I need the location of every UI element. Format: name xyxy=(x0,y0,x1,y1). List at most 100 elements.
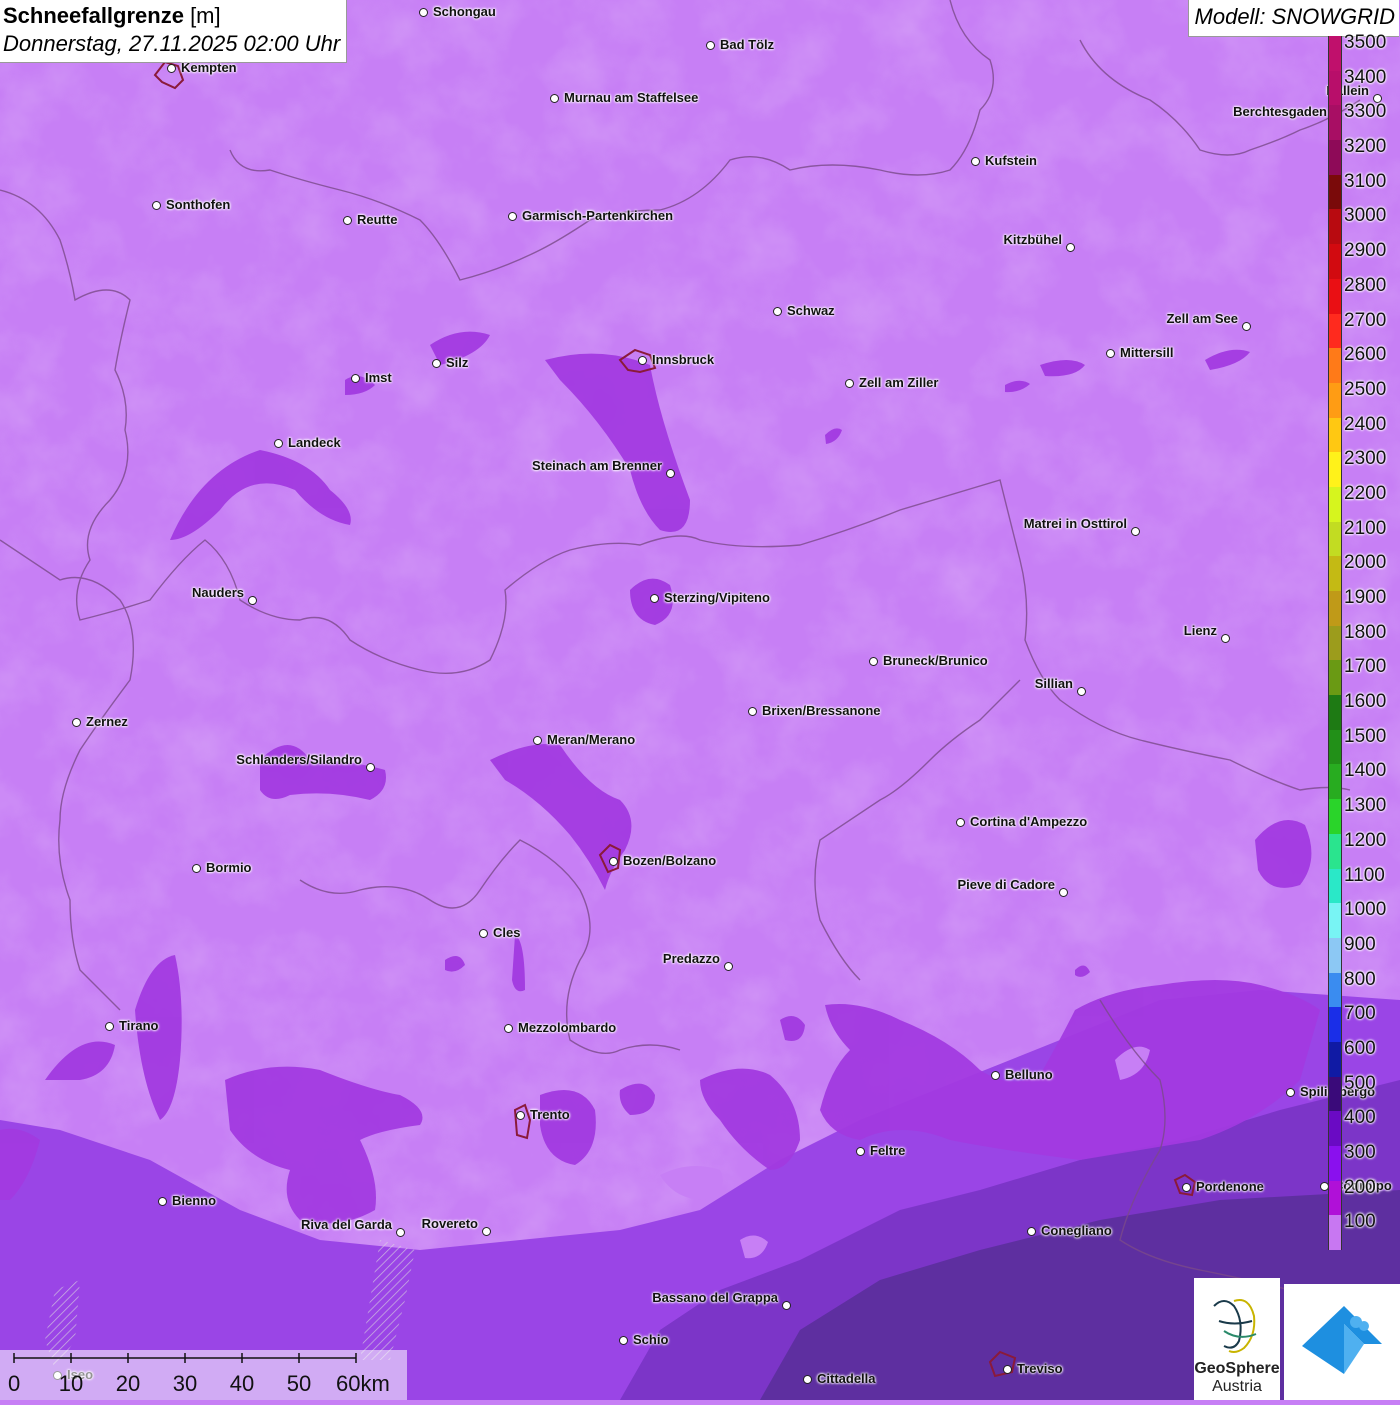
city-dot[interactable] xyxy=(666,469,675,478)
city-label: Cortina d'Ampezzo xyxy=(970,814,1088,829)
city-dot[interactable] xyxy=(158,1197,167,1206)
geosphere-logo-line1: GeoSphere xyxy=(1194,1360,1280,1377)
legend-label: 2400 xyxy=(1344,413,1387,435)
city-dot[interactable] xyxy=(1242,322,1251,331)
city-label: Cles xyxy=(493,925,521,940)
legend-swatch xyxy=(1328,1146,1342,1181)
legend-label: 300 xyxy=(1344,1142,1376,1163)
legend-swatch xyxy=(1328,1076,1342,1112)
city-label: Schwaz xyxy=(787,303,835,318)
city-dot[interactable] xyxy=(479,929,488,938)
city-dot[interactable] xyxy=(351,374,360,383)
city-dot[interactable] xyxy=(274,439,283,448)
city-dot[interactable] xyxy=(343,216,352,225)
city-dot[interactable] xyxy=(956,818,965,827)
city-dot[interactable] xyxy=(1059,888,1068,897)
city-dot[interactable] xyxy=(152,201,161,210)
city-dot[interactable] xyxy=(1106,349,1115,358)
city-label: Innsbruck xyxy=(652,352,715,367)
city-dot[interactable] xyxy=(396,1228,405,1237)
legend-label: 2100 xyxy=(1344,517,1387,539)
city-dot[interactable] xyxy=(192,864,201,873)
city-dot[interactable] xyxy=(1003,1365,1012,1374)
city-label: Zell am See xyxy=(1166,311,1238,326)
scale-bar: 0 10 20 30 40 50 60km xyxy=(0,1350,407,1400)
legend-swatch xyxy=(1328,937,1342,973)
geosphere-logo-line2: Austria xyxy=(1212,1378,1262,1395)
map-datetime: Donnerstag, 27.11.2025 02:00 Uhr xyxy=(3,31,341,56)
city-dot[interactable] xyxy=(609,857,618,866)
city-label: Matrei in Osttirol xyxy=(1023,516,1127,531)
city-label: Bienno xyxy=(172,1193,217,1208)
city-dot[interactable] xyxy=(533,736,542,745)
city-dot[interactable] xyxy=(971,157,980,166)
geosphere-emblem-icon xyxy=(1213,1299,1257,1353)
city-dot[interactable] xyxy=(366,763,375,772)
city-dot[interactable] xyxy=(105,1022,114,1031)
city-dot[interactable] xyxy=(782,1301,791,1310)
city-dot[interactable] xyxy=(419,8,428,17)
city-dot[interactable] xyxy=(991,1071,1000,1080)
city-label: Kufstein xyxy=(985,153,1037,168)
legend-level: 1300 xyxy=(1328,795,1390,834)
legend-swatch xyxy=(1328,382,1342,418)
legend-swatch xyxy=(1328,1007,1342,1042)
city-label: Trento xyxy=(530,1107,570,1122)
city-label: Rovereto xyxy=(421,1216,478,1231)
scale-label: 30 xyxy=(172,1371,198,1396)
city-dot[interactable] xyxy=(167,64,176,73)
city-dot[interactable] xyxy=(845,379,854,388)
legend-level: 1000 xyxy=(1328,899,1390,938)
city-dot[interactable] xyxy=(1027,1227,1036,1236)
city-label: Sterzing/Vipiteno xyxy=(664,590,770,605)
city-dot[interactable] xyxy=(1066,243,1075,252)
city-dot[interactable] xyxy=(869,657,878,666)
city-dot[interactable] xyxy=(706,41,715,50)
legend-level: 1200 xyxy=(1328,830,1390,869)
city-dot[interactable] xyxy=(1131,527,1140,536)
legend-swatch xyxy=(1328,972,1342,1008)
legend-swatch xyxy=(1328,244,1342,279)
legend-label: 1900 xyxy=(1344,587,1387,608)
city-dot[interactable] xyxy=(773,307,782,316)
city-dot[interactable] xyxy=(1077,687,1086,696)
city-label: Bad Tölz xyxy=(720,37,775,52)
city-dot[interactable] xyxy=(638,356,647,365)
city-dot[interactable] xyxy=(516,1111,525,1120)
legend-swatch xyxy=(1328,486,1342,522)
city-dot[interactable] xyxy=(803,1375,812,1384)
snowgrid-logo xyxy=(1284,1284,1400,1400)
city-dot[interactable] xyxy=(748,707,757,716)
city-dot[interactable] xyxy=(1286,1088,1295,1097)
legend-level: 2700 xyxy=(1328,310,1390,349)
city-label: Bozen/Bolzano xyxy=(623,853,717,868)
city-dot[interactable] xyxy=(504,1024,513,1033)
legend-level: 700 xyxy=(1328,1003,1390,1042)
city-label: Landeck xyxy=(288,435,341,450)
city-dot[interactable] xyxy=(724,962,733,971)
city-dot[interactable] xyxy=(856,1147,865,1156)
city-dot[interactable] xyxy=(550,94,559,103)
city-dot[interactable] xyxy=(482,1227,491,1236)
city-label: Steinach am Brenner xyxy=(531,458,662,473)
legend-swatch xyxy=(1328,556,1342,591)
legend-label: 900 xyxy=(1344,933,1376,955)
map-title-box: Schneefallgrenze [m] Donnerstag, 27.11.2… xyxy=(0,0,348,63)
city-dot[interactable] xyxy=(432,359,441,368)
city-dot[interactable] xyxy=(650,594,659,603)
city-dot[interactable] xyxy=(248,596,257,605)
legend-swatch xyxy=(1328,70,1342,106)
city-dot[interactable] xyxy=(619,1336,628,1345)
legend-level: 300 xyxy=(1328,1142,1390,1181)
city-dot[interactable] xyxy=(72,718,81,727)
legend-swatch xyxy=(1328,521,1342,557)
legend-level: 1100 xyxy=(1328,865,1390,904)
legend-label: 1400 xyxy=(1344,760,1387,782)
legend-level: 100 xyxy=(1328,1211,1390,1251)
city-label: Silz xyxy=(446,355,469,370)
legend-label: 2600 xyxy=(1344,344,1387,366)
city-label: Predazzo xyxy=(662,951,720,966)
city-dot[interactable] xyxy=(508,212,517,221)
city-dot[interactable] xyxy=(1221,634,1230,643)
city-dot[interactable] xyxy=(1182,1183,1191,1192)
